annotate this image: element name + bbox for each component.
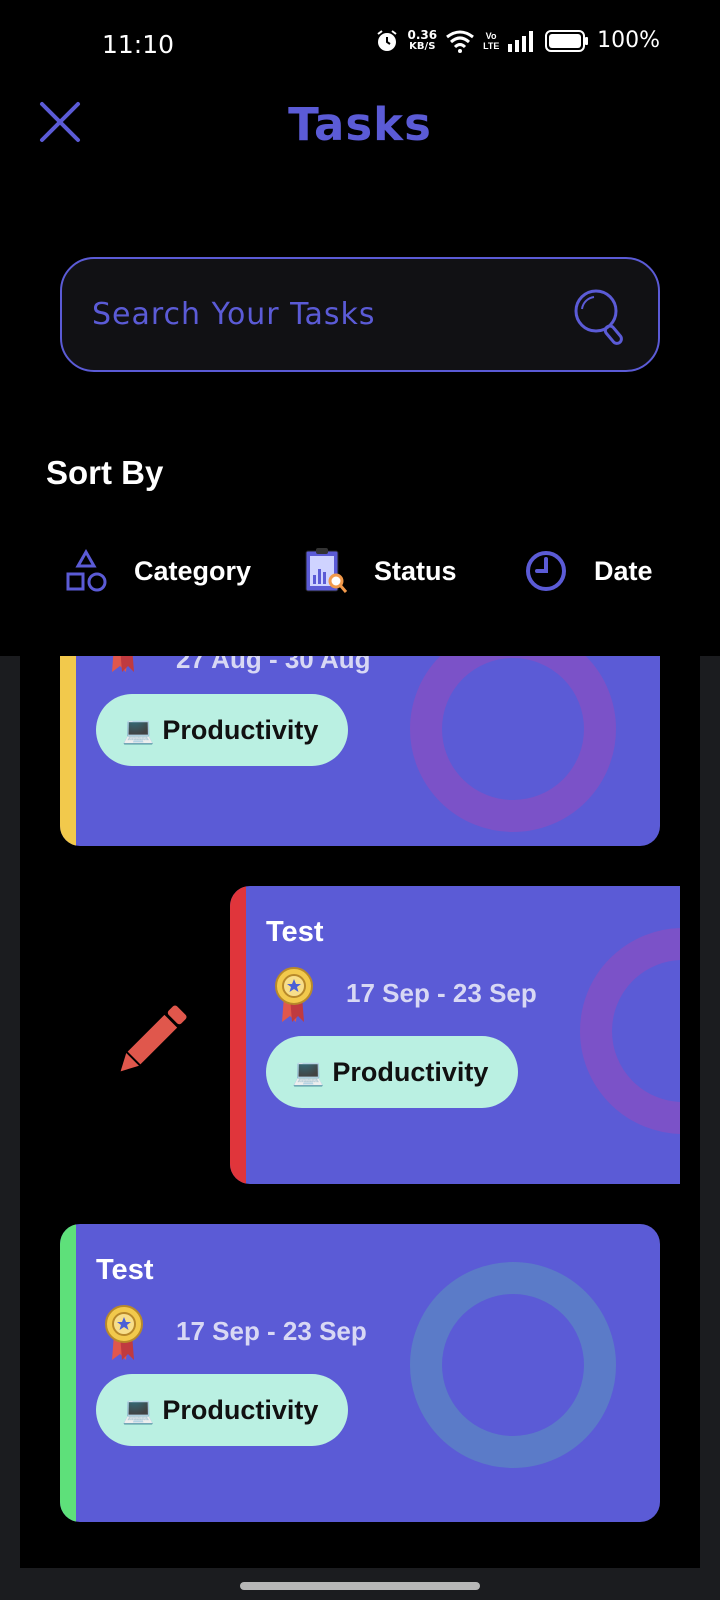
clock-icon [526,551,566,591]
shapes-icon [66,549,107,592]
priority-stripe [60,656,76,846]
progress-ring [580,928,680,1134]
status-icons: 0.36 KB/S Vo LTE 100% [375,28,660,53]
list-left-gutter [0,656,20,1568]
volte-label: Vo LTE [483,31,499,51]
category-label: Productivity [162,1394,319,1425]
list-right-gutter [700,656,720,1568]
task-card[interactable]: 27 Aug - 30 Aug 💻 Productivity [60,656,660,846]
status-time: 11:10 [102,30,175,59]
task-date: 27 Aug - 30 Aug [176,656,371,674]
priority-stripe [60,1224,76,1522]
task-title: Test [96,1254,154,1286]
category-tag[interactable]: 💻 Productivity [266,1036,519,1108]
progress-ring [410,1262,616,1468]
medal-icon [112,656,134,672]
search-icon[interactable] [572,287,628,347]
medal-icon [275,967,313,1022]
battery-percent: 100% [597,28,660,53]
task-list[interactable]: 27 Aug - 30 Aug 💻 Productivity Test 17 S… [20,656,700,1568]
sort-date-chip[interactable]: Date [492,526,680,616]
task-card[interactable]: Test 17 Sep - 23 Sep 💻 Productivity [230,886,680,1184]
status-bar: 11:10 0.36 KB/S Vo LTE 100% [0,0,720,90]
task-title: Test [266,916,324,948]
sort-status-label: Status [374,555,457,586]
medal-icon [105,1305,143,1360]
laptop-icon: 💻 [292,1056,325,1087]
sort-category-chip[interactable]: Category [40,526,264,616]
sort-status-chip[interactable]: Status [284,526,472,616]
priority-stripe [230,886,246,1184]
speed-value: 0.36 [407,27,438,42]
category-label: Productivity [332,1056,489,1087]
laptop-icon: 💻 [122,714,155,745]
progress-ring [410,656,616,832]
sort-category-label: Category [134,555,252,586]
alarm-icon [377,29,398,51]
sort-date-label: Date [594,555,653,586]
sort-by-label: Sort By [46,454,164,491]
network-speed: 0.36 KB/S [407,29,437,53]
category-tag[interactable]: 💻 Productivity [96,694,349,766]
speed-unit: KB/S [409,40,436,52]
signal-icon [508,30,534,52]
task-date: 17 Sep - 23 Sep [346,978,537,1008]
task-date: 17 Sep - 23 Sep [176,1316,367,1346]
home-indicator[interactable] [240,1582,480,1590]
category-label: Productivity [162,714,319,745]
search-box[interactable] [60,257,660,372]
clipboard-chart-icon [305,548,348,593]
navigation-bar [0,1568,720,1600]
category-tag[interactable]: 💻 Productivity [96,1374,349,1446]
volte-text: Vo LTE [483,30,500,51]
page-title: Tasks [288,98,432,151]
task-card[interactable]: Test 17 Sep - 23 Sep 💻 Productivity [60,1224,660,1522]
pencil-icon[interactable] [106,996,196,1086]
wifi-icon [446,30,475,53]
search-input[interactable] [92,259,552,370]
laptop-icon: 💻 [122,1394,155,1425]
battery-icon [545,29,589,52]
